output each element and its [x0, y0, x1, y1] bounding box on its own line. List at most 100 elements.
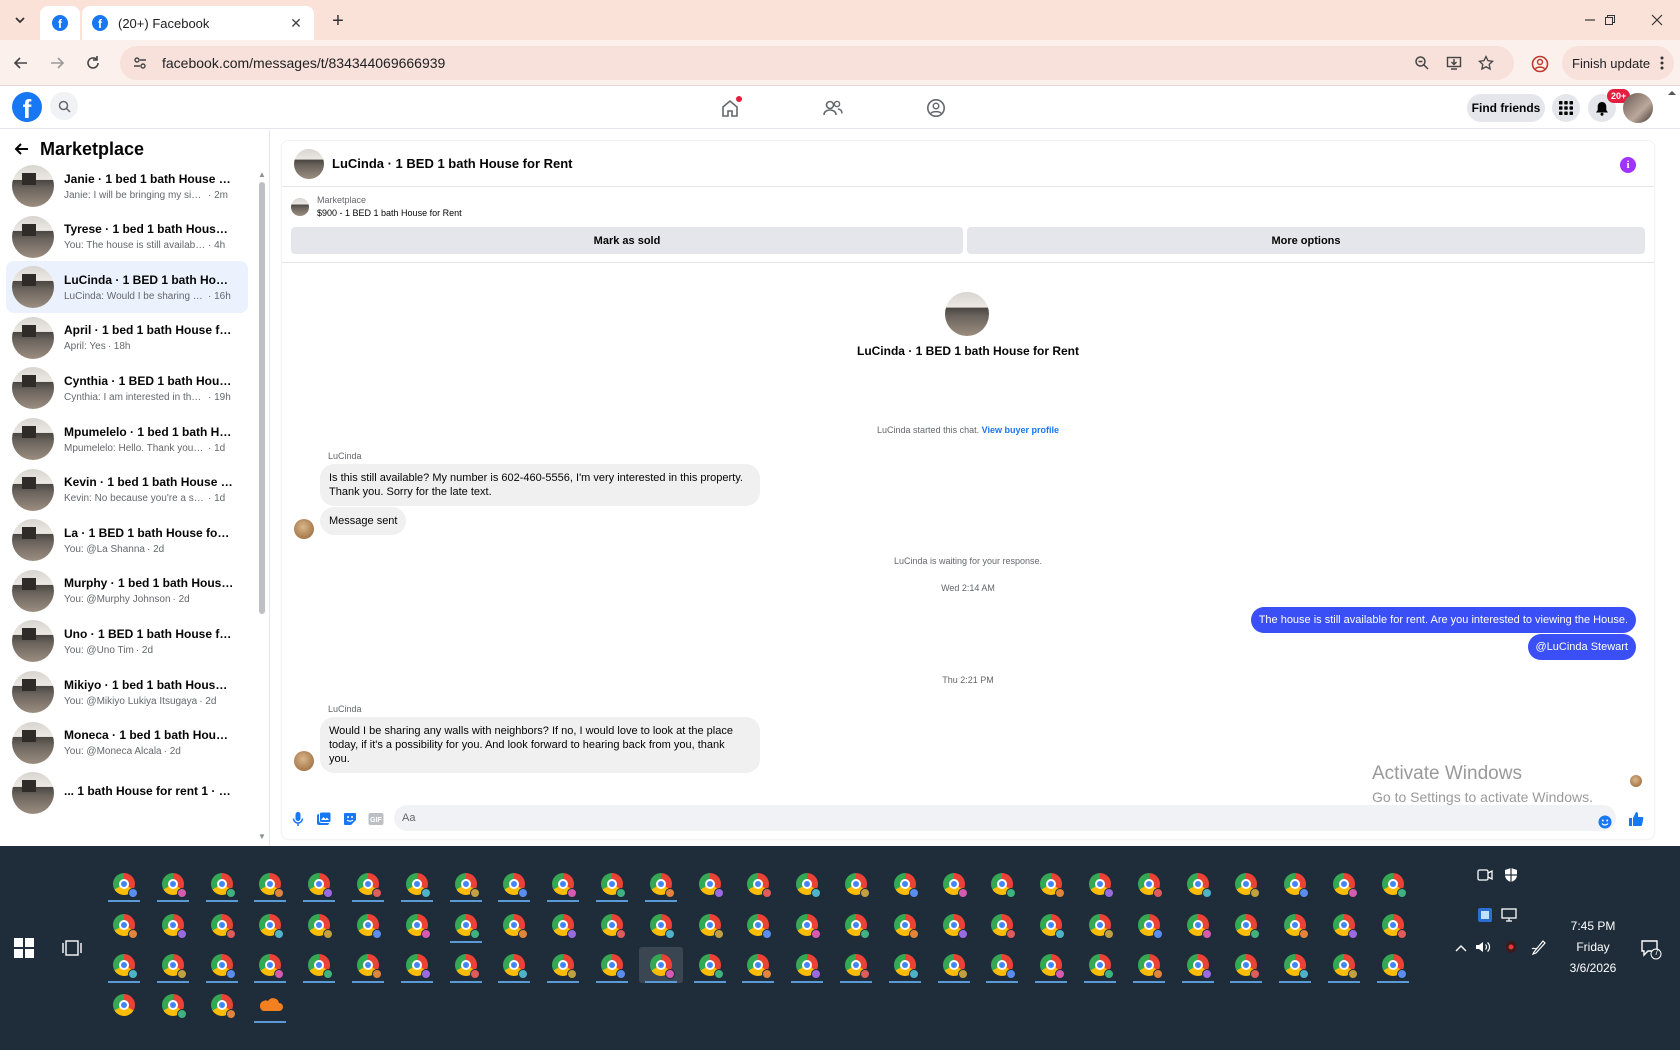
taskbar-app-icon[interactable] — [736, 907, 780, 943]
taskbar-app-icon[interactable] — [834, 907, 878, 943]
gif-button[interactable]: GIF — [366, 809, 386, 829]
incoming-message[interactable]: Is this still available? My number is 60… — [320, 464, 760, 506]
taskbar-app-icon[interactable] — [639, 907, 683, 943]
conversation-item[interactable]: Kevin · 1 bed 1 bath House for r... Kevin… — [6, 464, 248, 516]
taskbar-app-icon[interactable] — [688, 907, 732, 943]
menu-button[interactable] — [1552, 94, 1580, 122]
taskbar-app-icon[interactable] — [541, 907, 585, 943]
nav-friends[interactable] — [813, 91, 853, 125]
taskbar-app-icon[interactable] — [444, 947, 488, 983]
taskbar-app-icon[interactable] — [980, 907, 1024, 943]
tab-facebook[interactable]: f (20+) Facebook ✕ — [82, 6, 314, 40]
taskbar-app-icon[interactable] — [638, 947, 683, 983]
voice-clip-button[interactable] — [288, 809, 308, 829]
taskbar-app-icon[interactable] — [1176, 947, 1220, 983]
sidebar-scrollbar[interactable] — [259, 182, 265, 614]
install-app-button[interactable] — [1438, 49, 1470, 77]
taskbar-app-icon[interactable] — [980, 947, 1024, 983]
conversation-item[interactable]: April · 1 bed 1 bath House for re... Apri… — [6, 312, 248, 364]
taskbar-app-icon[interactable] — [297, 947, 341, 983]
taskbar-app-icon[interactable] — [1127, 947, 1171, 983]
conversation-item[interactable]: ... 1 bath House for rent 1 · رفيق — [6, 767, 248, 819]
taskbar-app-icon[interactable] — [346, 866, 390, 902]
emoji-button[interactable] — [1595, 812, 1615, 832]
taskbar-app-icon[interactable] — [346, 907, 390, 943]
meet-now-icon[interactable] — [1476, 866, 1494, 884]
sticker-button[interactable] — [340, 809, 360, 829]
taskbar-app-icon[interactable] — [980, 866, 1024, 902]
listing-summary[interactable]: Marketplace $900 - 1 BED 1 bath House fo… — [291, 195, 462, 218]
taskbar-app-icon[interactable] — [200, 947, 244, 983]
account-avatar[interactable] — [1623, 93, 1653, 123]
taskbar-app-icon[interactable] — [200, 907, 244, 943]
taskbar-app-icon[interactable] — [395, 947, 439, 983]
reload-button[interactable] — [80, 50, 106, 76]
view-buyer-profile-link[interactable]: View buyer profile — [982, 425, 1059, 435]
start-button[interactable] — [14, 938, 34, 958]
nav-groups[interactable] — [916, 91, 956, 125]
taskbar-app-icon[interactable] — [151, 866, 195, 902]
taskbar-app-icon[interactable] — [1029, 866, 1073, 902]
taskbar-app-icon[interactable] — [883, 907, 927, 943]
conversation-item[interactable]: Moneca · 1 bed 1 bath House fo... You: @M… — [6, 717, 248, 769]
taskbar-app-icon[interactable] — [1029, 947, 1073, 983]
taskbar-app-icon[interactable] — [932, 947, 976, 983]
scroll-down-icon[interactable]: ▼ — [257, 832, 267, 842]
taskbar-app-icon[interactable] — [492, 947, 536, 983]
taskbar-app-icon[interactable] — [1371, 866, 1415, 902]
facebook-search-button[interactable] — [50, 92, 78, 120]
taskbar-app-icon[interactable] — [102, 907, 146, 943]
taskbar-app-icon[interactable] — [785, 907, 829, 943]
taskbar-app-icon[interactable] — [932, 866, 976, 902]
taskbar-app-icon[interactable] — [1273, 947, 1317, 983]
new-tab-button[interactable]: + — [324, 9, 352, 33]
taskbar-app-icon[interactable] — [1322, 907, 1366, 943]
scroll-up-icon[interactable] — [1664, 88, 1680, 98]
taskbar-app-icon[interactable] — [102, 866, 146, 902]
taskbar-app-icon[interactable] — [785, 866, 829, 902]
taskbar-clock[interactable]: 7:45 PM Friday 3/6/2026 — [1558, 916, 1628, 979]
taskbar-app-icon[interactable] — [688, 866, 732, 902]
info-icon[interactable]: i — [1620, 157, 1636, 173]
taskbar-app-icon[interactable] — [736, 947, 780, 983]
back-arrow-icon[interactable] — [14, 141, 30, 157]
chrome-profile-button[interactable] — [1528, 52, 1552, 76]
taskbar-app-icon[interactable] — [590, 866, 634, 902]
message-input[interactable] — [394, 805, 1616, 831]
taskbar-app-icon[interactable] — [395, 907, 439, 943]
conversation-item[interactable]: Janie · 1 bed 1 bath House for r... Janie… — [6, 160, 248, 212]
outgoing-message[interactable]: The house is still available for rent. A… — [1250, 607, 1636, 633]
find-friends-button[interactable]: Find friends — [1467, 94, 1545, 122]
zoom-button[interactable] — [1406, 49, 1438, 77]
taskbar-app-icon[interactable] — [1078, 947, 1122, 983]
taskbar-app-icon[interactable] — [1371, 947, 1415, 983]
taskbar-app-icon[interactable] — [883, 866, 927, 902]
restore-button[interactable] — [1587, 0, 1633, 40]
taskbar-app-icon[interactable] — [200, 866, 244, 902]
taskbar-app-icon[interactable] — [248, 947, 292, 983]
pen-icon[interactable] — [1530, 938, 1548, 956]
taskbar-app-icon[interactable] — [492, 866, 536, 902]
taskbar-app-icon[interactable] — [297, 907, 341, 943]
taskbar-app-icon[interactable] — [444, 866, 488, 902]
sender-avatar[interactable] — [294, 519, 314, 539]
taskbar-app-icon[interactable] — [151, 947, 195, 983]
taskbar-app-icon[interactable] — [1029, 907, 1073, 943]
incoming-message[interactable]: Would I be sharing any walls with neighb… — [320, 717, 760, 773]
taskbar-app-icon[interactable] — [1127, 907, 1171, 943]
taskbar-app-icon[interactable] — [297, 866, 341, 902]
taskbar-app-icon[interactable] — [688, 947, 732, 983]
back-button[interactable] — [8, 50, 34, 76]
taskbar-app-icon[interactable] — [1273, 907, 1317, 943]
taskbar-app-icon[interactable] — [932, 907, 976, 943]
taskbar-app-icon[interactable] — [736, 866, 780, 902]
more-options-button[interactable]: More options — [967, 227, 1645, 254]
url-text[interactable]: facebook.com/messages/t/834344069666939 — [162, 55, 1406, 71]
taskbar-app-icon[interactable] — [102, 987, 146, 1023]
taskbar-app-icon[interactable] — [1322, 947, 1366, 983]
taskbar-app-icon[interactable] — [1176, 907, 1220, 943]
conversation-item[interactable]: Mpumelelo · 1 bed 1 bath Hous... Mpumelel… — [6, 413, 248, 465]
taskbar-app-icon[interactable] — [395, 866, 439, 902]
conversation-item[interactable]: Mikiyo · 1 bed 1 bath House for ... You: … — [6, 666, 248, 718]
conversation-item[interactable]: Murphy · 1 bed 1 bath House fo... You: @M… — [6, 565, 248, 617]
